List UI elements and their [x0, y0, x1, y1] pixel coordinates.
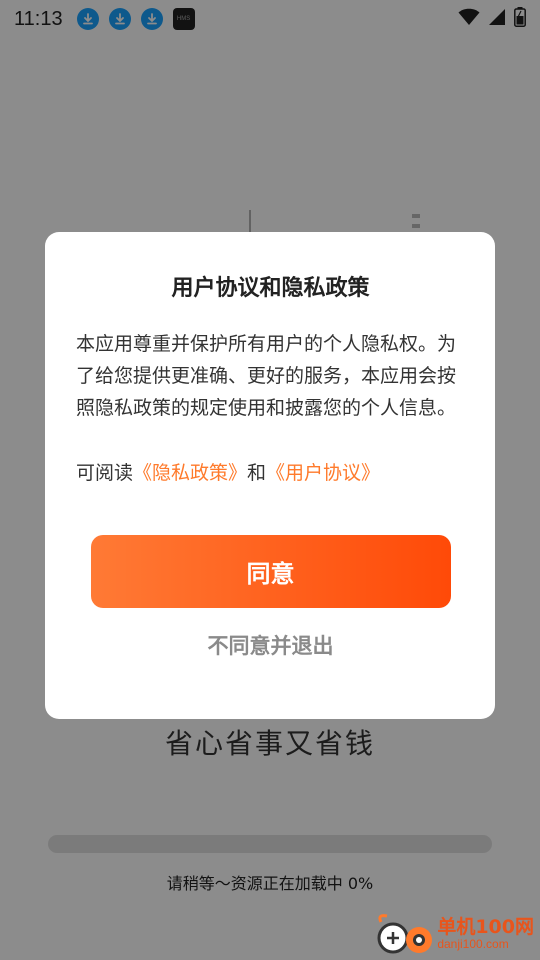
read-prefix: 可阅读 — [76, 462, 134, 484]
user-agreement-link[interactable]: 《用户协议》 — [266, 462, 380, 484]
watermark-url: danji100.com — [437, 936, 509, 951]
watermark-logo-icon — [377, 914, 433, 954]
dialog-body-text: 本应用尊重并保护所有用户的个人隐私权。为了给您提供更准确、更好的服务，本应用会按… — [76, 333, 457, 419]
connector-text: 和 — [247, 462, 267, 484]
read-links-line: 可阅读《隐私政策》和《用户协议》 — [76, 458, 465, 485]
privacy-policy-link[interactable]: 《隐私政策》 — [133, 462, 247, 484]
site-watermark: 单机100网 danji100.com — [375, 912, 534, 956]
watermark-title: 单机100网 — [437, 915, 534, 938]
dialog-title: 用户协议和隐私政策 — [171, 276, 370, 301]
agree-button[interactable]: 同意 — [90, 535, 451, 608]
disagree-exit-button[interactable]: 不同意并退出 — [208, 630, 334, 660]
privacy-dialog: 用户协议和隐私政策 本应用尊重并保护所有用户的个人隐私权。为了给您提供更准确、更… — [45, 232, 495, 719]
